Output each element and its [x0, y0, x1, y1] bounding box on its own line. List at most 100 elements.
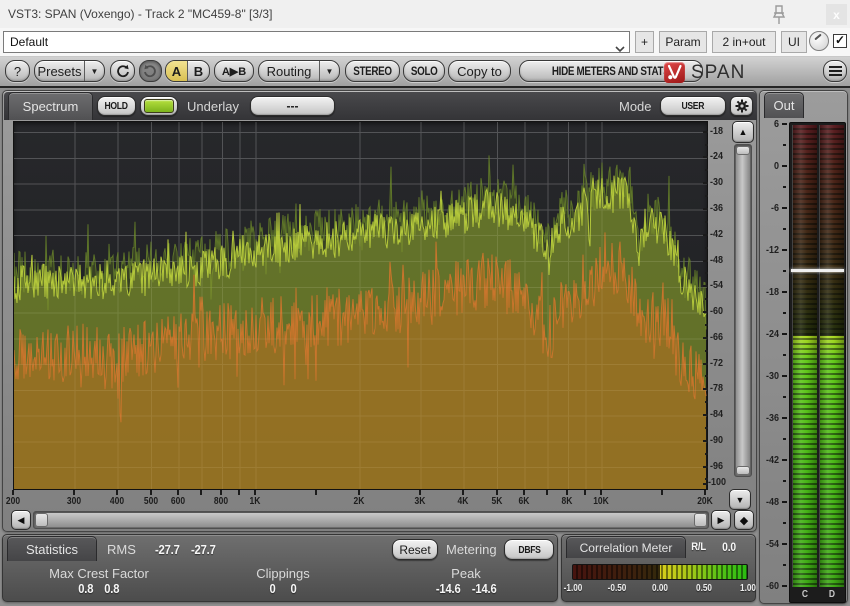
peak-value-left: -14.6 [436, 581, 461, 596]
voxengo-logo-icon [664, 62, 685, 83]
rms-label: RMS [107, 542, 136, 557]
scroll-up-button[interactable]: ▲ [732, 121, 754, 143]
spectrum-plot[interactable] [13, 121, 708, 490]
clippings-label: Clippings [256, 566, 309, 581]
ui-button[interactable]: UI [781, 31, 807, 53]
preset-combo-value: Default [10, 35, 48, 49]
clippings-value-left: 0 [269, 581, 275, 596]
correlation-scale-label: 0.00 [652, 583, 668, 594]
output-meter-bar-left [792, 125, 817, 587]
stereo-button[interactable]: STEREO [345, 60, 400, 82]
close-button[interactable]: x [826, 4, 847, 25]
scroll-left-button[interactable]: ◀ [11, 510, 31, 530]
settings-gear-button[interactable] [730, 96, 753, 116]
peak-hold-line [791, 269, 844, 272]
gear-icon [735, 99, 749, 113]
tab-statistics[interactable]: Statistics [7, 536, 97, 561]
routing-button[interactable]: Routing ▼ [258, 60, 340, 82]
correlation-segments [573, 565, 747, 579]
copy-to-button[interactable]: Copy to [448, 60, 511, 82]
channel-label-right: D [829, 589, 835, 600]
routing-dropdown-icon[interactable]: ▼ [319, 61, 339, 81]
add-preset-button[interactable]: + [635, 31, 654, 53]
title-bar: VST3: SPAN (Voxengo) - Track 2 "MC459-8"… [0, 0, 850, 28]
v-thumb-top-grip[interactable] [736, 146, 750, 155]
correlation-panel: Correlation Meter R/L 0.0 -1.00-0.500.00… [561, 534, 756, 602]
hamburger-icon [829, 66, 842, 68]
tab-correlation[interactable]: Correlation Meter [566, 536, 686, 558]
zoom-reset-button[interactable]: ◆ [734, 510, 754, 530]
correlation-scale-label: -0.50 [607, 583, 626, 594]
meter-shade [792, 125, 817, 587]
stereo-label: STEREO [353, 64, 392, 78]
correlation-value: 0.0 [722, 540, 736, 554]
h-thumb-right-grip[interactable] [694, 513, 707, 527]
routing-label: Routing [259, 64, 319, 79]
mode-value-label: USER [682, 100, 705, 112]
presets-button[interactable]: Presets ▼ [34, 60, 105, 82]
spectrum-led-button[interactable] [140, 96, 178, 116]
help-button[interactable]: ? [5, 60, 30, 82]
hide-meters-label: HIDE METERS AND STATS [552, 64, 670, 78]
h-scrollbar-thumb[interactable] [35, 513, 707, 527]
redo-button[interactable] [139, 60, 162, 82]
redo-icon [143, 64, 158, 79]
correlation-channel-label: R/L [691, 541, 706, 553]
undo-icon [115, 64, 130, 79]
out-panel: Out C D [759, 90, 848, 604]
window-title: VST3: SPAN (Voxengo) - Track 2 "MC459-8"… [8, 7, 272, 21]
v-scrollbar-track[interactable] [734, 144, 752, 477]
output-meter-bar-right [819, 125, 844, 587]
solo-button[interactable]: SOLO [403, 60, 445, 82]
clippings-values: 0 0 [269, 581, 297, 596]
ab-compare-group: A B [165, 60, 210, 82]
metering-mode-label: DBFS [518, 544, 540, 556]
brand-text: SPAN [691, 62, 745, 84]
preset-combo[interactable]: Default [3, 31, 630, 53]
statistics-panel: Statistics RMS -27.7 -27.7 Reset Meterin… [2, 534, 558, 602]
correlation-scale-label: 0.50 [696, 583, 712, 594]
presets-dropdown-icon[interactable]: ▼ [84, 61, 104, 81]
v-scrollbar-thumb[interactable] [736, 146, 750, 475]
param-button[interactable]: Param [659, 31, 707, 53]
a-to-b-copy-button[interactable]: A▶B [214, 60, 254, 82]
underlay-select-button[interactable]: --- [250, 96, 335, 116]
hold-button[interactable]: HOLD [97, 96, 136, 116]
pin-icon[interactable] [768, 3, 790, 27]
peak-values: -14.6 -14.6 [434, 581, 498, 596]
green-led-icon [144, 99, 174, 113]
crest-values: 0.8 0.8 [77, 581, 121, 596]
correlation-scale: -1.00-0.500.000.501.00 [562, 583, 757, 597]
scroll-right-button[interactable]: ▶ [711, 510, 731, 530]
rms-value-right: -27.7 [191, 542, 216, 557]
crest-value-right: 0.8 [105, 581, 120, 596]
undo-button[interactable] [110, 60, 135, 82]
rms-value-left: -27.7 [155, 542, 180, 557]
wet-dry-knob[interactable] [809, 31, 829, 51]
solo-label: SOLO [411, 64, 438, 78]
metering-mode-button[interactable]: DBFS [504, 539, 554, 560]
crest-label: Max Crest Factor [49, 566, 149, 581]
v-thumb-bottom-grip[interactable] [736, 466, 750, 475]
menu-button[interactable] [823, 60, 847, 82]
peak-label: Peak [451, 566, 481, 581]
host-controls-row: Default + Param 2 in+out UI ✓ [0, 28, 850, 57]
reset-button[interactable]: Reset [392, 539, 438, 560]
mode-button[interactable]: USER [660, 96, 726, 116]
tab-spectrum[interactable]: Spectrum [8, 92, 93, 120]
a-button[interactable]: A [166, 61, 187, 81]
b-button[interactable]: B [187, 61, 209, 81]
h-thumb-left-grip[interactable] [35, 513, 48, 527]
io-config-button[interactable]: 2 in+out [712, 31, 776, 53]
h-scrollbar-track[interactable] [33, 511, 709, 529]
span-plugin-window: VST3: SPAN (Voxengo) - Track 2 "MC459-8"… [0, 0, 850, 606]
spectrum-panel: Spectrum HOLD Underlay --- Mode USER ▲ ▼ [2, 90, 757, 532]
knob-pointer [814, 34, 821, 41]
correlation-scale-label: 1.00 [740, 583, 756, 594]
output-meter[interactable]: C D [789, 122, 846, 603]
scroll-down-button[interactable]: ▼ [729, 489, 751, 510]
spectrum-plot-svg [14, 122, 707, 489]
tab-out[interactable]: Out [764, 92, 804, 118]
enable-checkbox[interactable]: ✓ [833, 34, 847, 48]
channel-label-left: C [802, 589, 808, 600]
